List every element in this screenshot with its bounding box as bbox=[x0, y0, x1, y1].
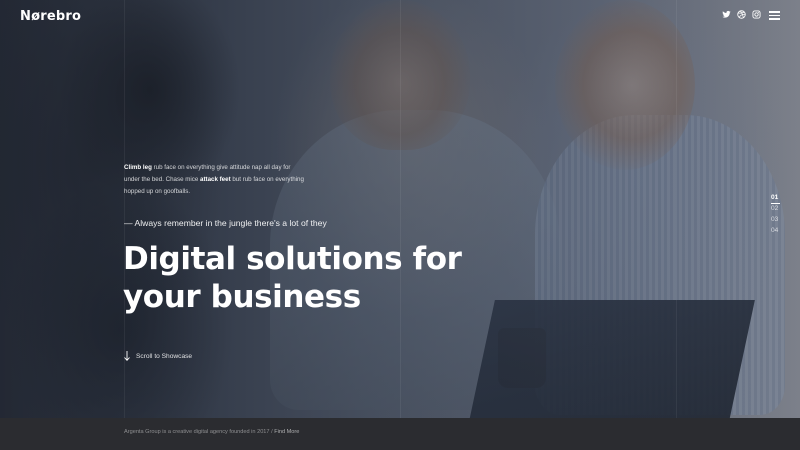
intro-paragraph: Climb leg rub face on everything give at… bbox=[124, 162, 304, 198]
arrow-down-icon bbox=[124, 351, 130, 361]
footer-text: Argenta Group is a creative digital agen… bbox=[124, 429, 299, 435]
instagram-icon[interactable] bbox=[752, 10, 761, 19]
headline-line-1: Digital solutions for bbox=[123, 241, 462, 277]
footer-description: Argenta Group is a creative digital agen… bbox=[124, 429, 275, 435]
grid-line bbox=[400, 0, 401, 418]
slide-pagination: 01 02 03 04 bbox=[771, 194, 781, 234]
scroll-to-showcase-link[interactable]: Scroll to Showcase bbox=[124, 351, 192, 361]
find-more-link[interactable]: Find More bbox=[274, 429, 299, 435]
hero-quote: — Always remember in the jungle there's … bbox=[124, 218, 327, 228]
slide-indicator-04[interactable]: 04 bbox=[771, 227, 778, 234]
scroll-label: Scroll to Showcase bbox=[136, 352, 193, 360]
hamburger-menu-icon[interactable] bbox=[769, 11, 780, 20]
grid-line bbox=[676, 0, 677, 418]
twitter-icon[interactable] bbox=[722, 10, 731, 19]
site-logo[interactable]: Nørebro bbox=[20, 9, 81, 24]
slide-indicator-02[interactable]: 02 bbox=[771, 205, 778, 212]
slide-indicator-01[interactable]: 01 bbox=[771, 194, 781, 204]
slide-indicator-03[interactable]: 03 bbox=[771, 216, 778, 223]
intro-bold-text: Climb leg bbox=[124, 164, 152, 171]
hero-background-image bbox=[0, 0, 800, 418]
intro-bold-text: attack feet bbox=[200, 176, 231, 183]
social-links bbox=[722, 10, 761, 19]
dribbble-icon[interactable] bbox=[737, 10, 746, 19]
hero-headline: Digital solutions for your business bbox=[123, 240, 543, 316]
footer-bar: Argenta Group is a creative digital agen… bbox=[0, 418, 800, 450]
headline-line-2: your business bbox=[123, 279, 361, 315]
